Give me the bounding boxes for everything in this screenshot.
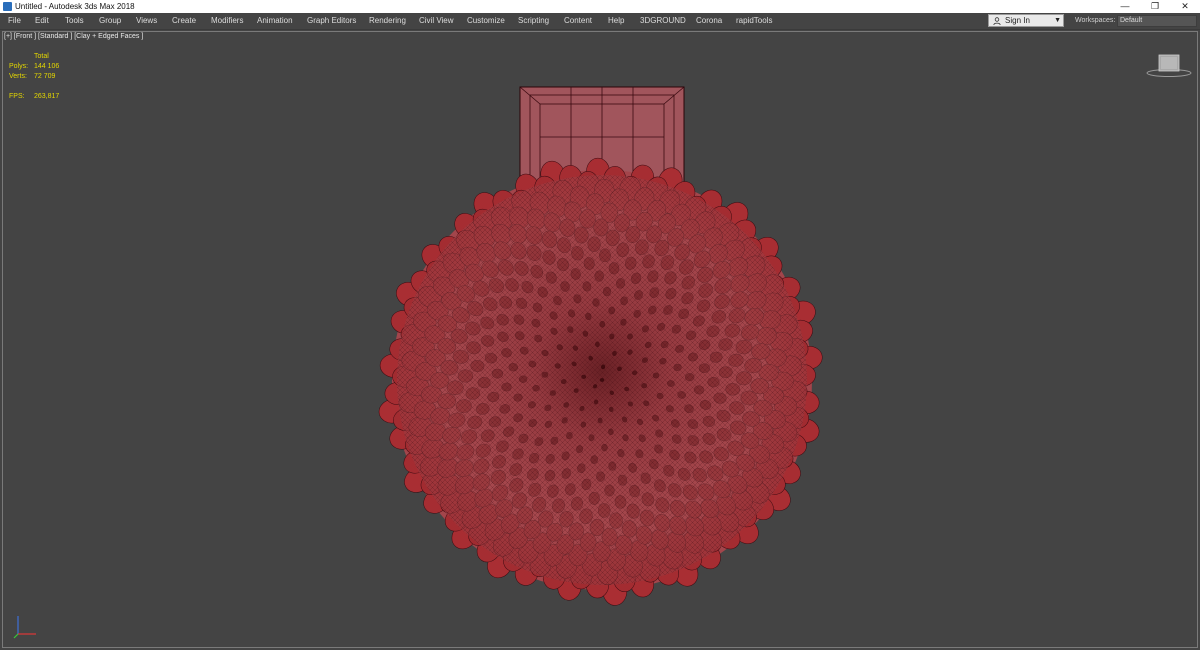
sphere-mesh[interactable] xyxy=(377,157,823,606)
scene-canvas xyxy=(377,86,823,606)
axis-tripod-icon xyxy=(13,616,36,639)
